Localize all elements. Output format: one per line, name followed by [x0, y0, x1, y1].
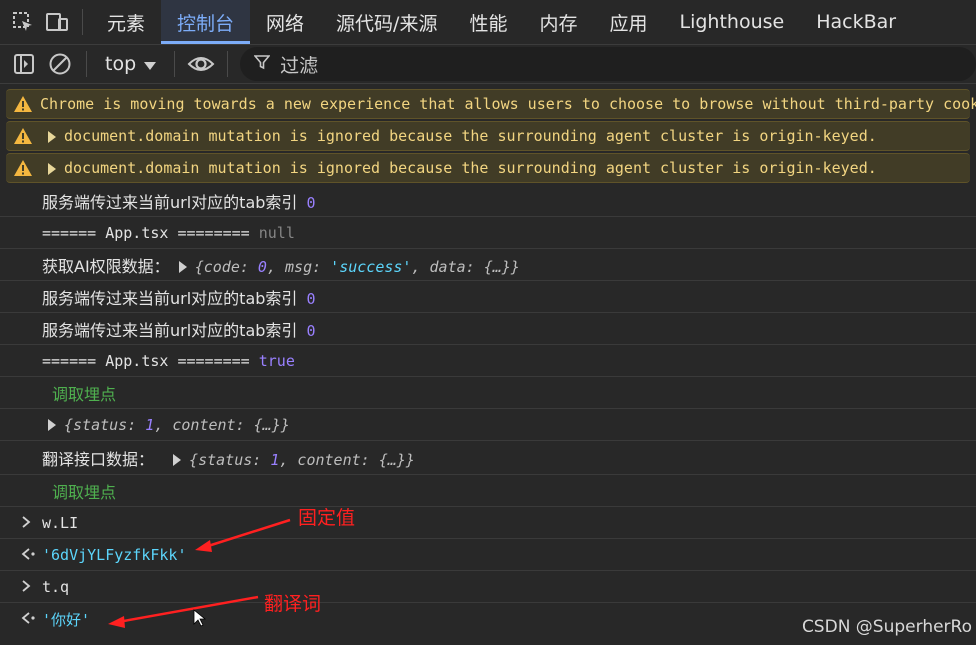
annotation-arrows	[108, 518, 291, 628]
watermark: CSDN @SuperherRo	[801, 617, 972, 637]
annotation-label: 翻译词	[264, 593, 322, 615]
annotation-label: 固定值	[298, 507, 356, 529]
